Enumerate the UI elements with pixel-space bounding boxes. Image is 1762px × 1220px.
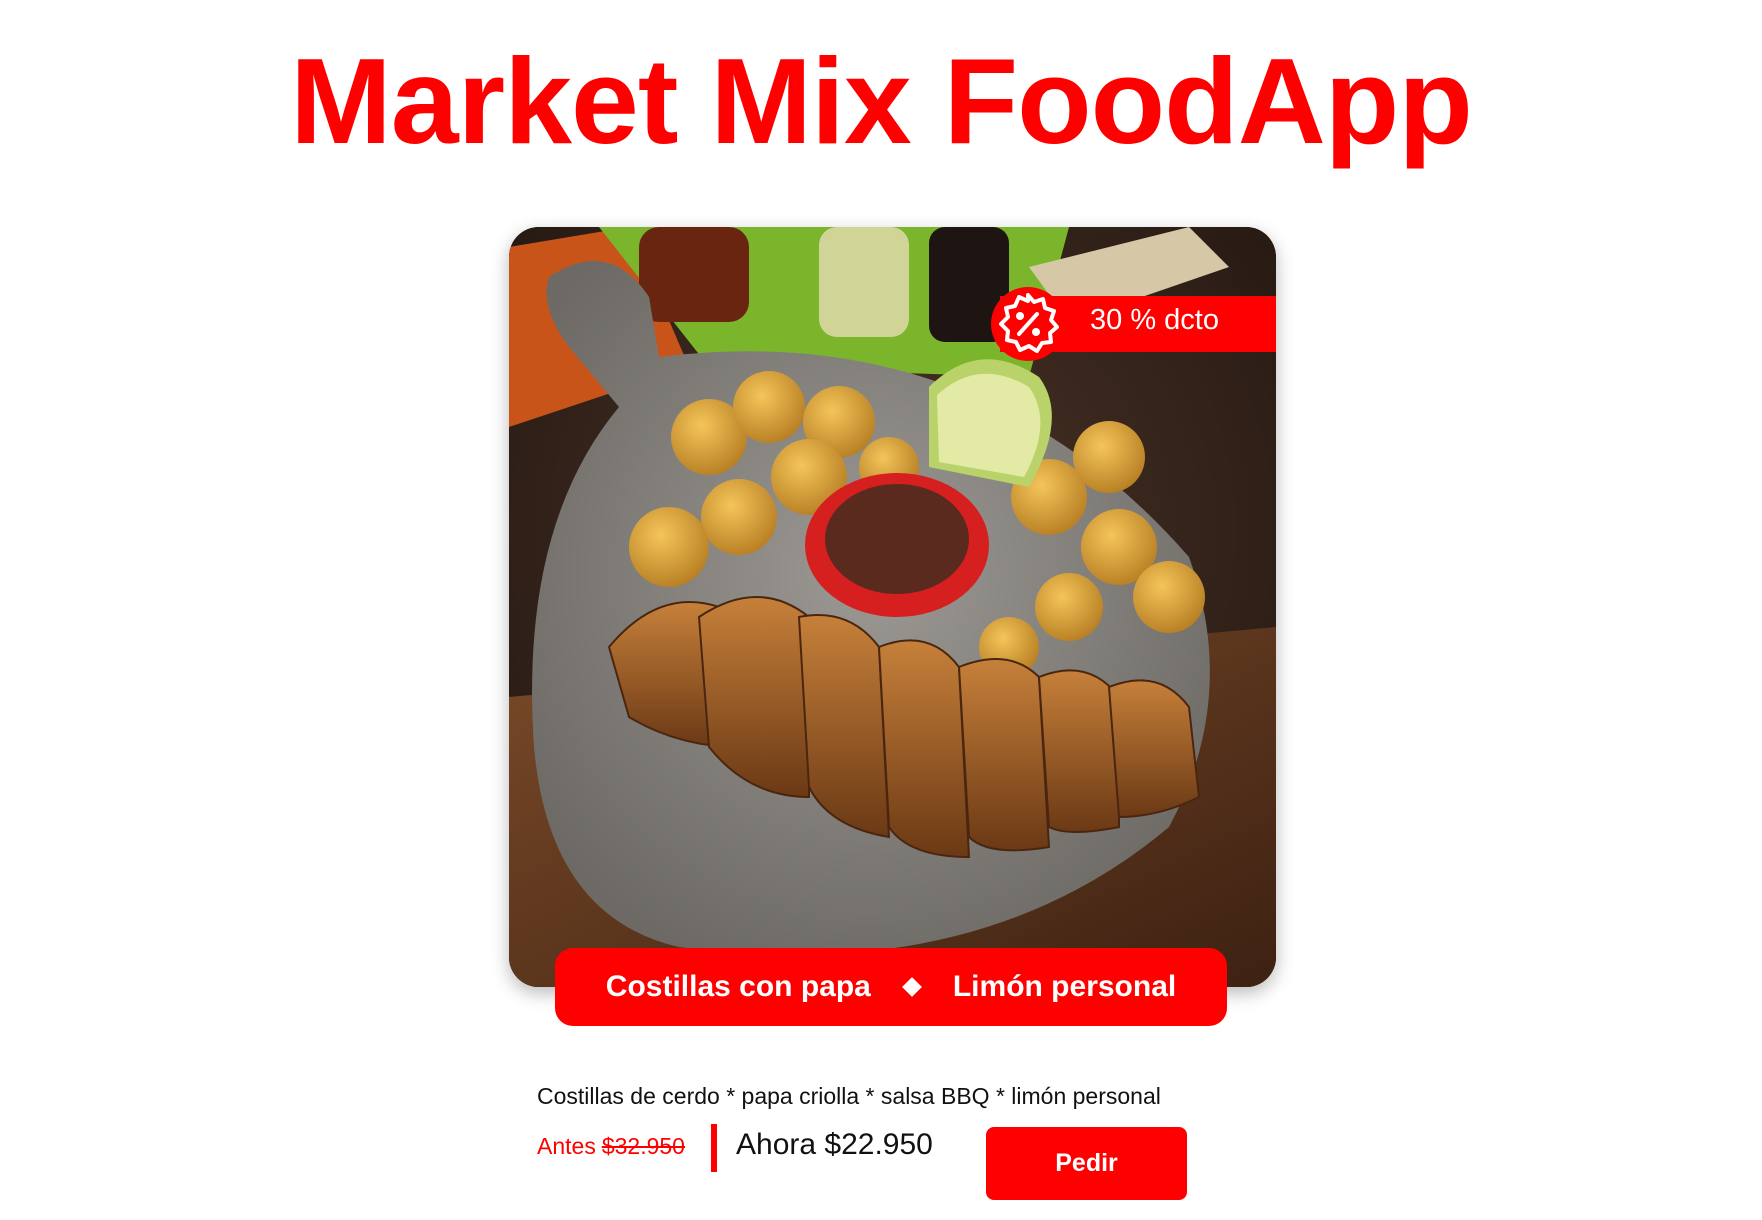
price-before-label: Antes [537, 1133, 596, 1159]
price-before: Antes $32.950 [537, 1133, 685, 1160]
price-before-value: $32.950 [601, 1133, 685, 1159]
price-divider [711, 1124, 717, 1172]
app-title: Market Mix FoodApp [290, 33, 1473, 169]
price-now: Ahora $22.950 [736, 1128, 933, 1161]
discount-label: 30 % dcto [1090, 304, 1219, 336]
product-name-bar: Costillas con papa Limón personal [555, 948, 1227, 1026]
percent-badge-icon [991, 287, 1065, 361]
product-name-extra: Limón personal [952, 970, 1177, 1003]
product-name-main: Costillas con papa [605, 970, 871, 1003]
diamond-separator-icon [901, 977, 922, 997]
order-button[interactable]: Pedir [986, 1127, 1187, 1200]
product-description: Costillas de cerdo * papa criolla * sals… [537, 1083, 1161, 1109]
